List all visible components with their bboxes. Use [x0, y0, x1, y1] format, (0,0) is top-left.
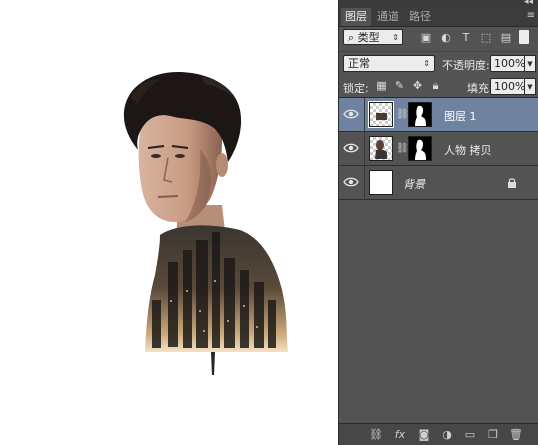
fill-field[interactable]: 100% [490, 78, 525, 95]
layer-row-background[interactable]: 背景 [339, 166, 538, 200]
layer-divider [364, 98, 365, 132]
fx-icon[interactable]: fx [393, 428, 407, 441]
eye-icon[interactable] [343, 176, 359, 188]
tab-channels[interactable]: 通道 [373, 8, 403, 26]
chevron-updown-icon: ⇕ [423, 59, 430, 68]
eye-icon[interactable] [343, 108, 359, 120]
tab-layers[interactable]: 图层 [341, 8, 371, 26]
layer-name[interactable]: 人物 拷贝 [444, 142, 492, 158]
adjustment-layer-icon[interactable]: ◑ [440, 428, 454, 441]
delete-icon[interactable]: 🗑︎ [509, 428, 523, 441]
layer-name[interactable]: 背景 [403, 176, 425, 192]
shape-filter-icon[interactable]: ⬚ [479, 31, 493, 44]
layer-filter-row: ⌕ 类型 ⇕ ▣ ◐ T ⬚ ▤ [339, 27, 538, 49]
fill-dropdown-icon[interactable]: ▼ [525, 78, 536, 95]
blend-mode-select[interactable]: 正常 ⇕ [343, 55, 435, 72]
lock-move-icon[interactable]: ✥ [411, 79, 424, 92]
layer-divider [364, 166, 365, 200]
layer-thumbnail[interactable] [369, 136, 393, 161]
search-icon: ⌕ [348, 31, 358, 44]
new-group-icon[interactable]: ▭ [463, 428, 477, 441]
opacity-field[interactable]: 100% [490, 55, 525, 72]
collapse-panel-icon[interactable]: ◂◂ [524, 0, 533, 7]
panel-tabbar: 图层 通道 路径 ≡ [339, 8, 538, 27]
lock-all-icon[interactable]: 🔒︎ [429, 79, 442, 92]
layers-panel: ◂◂ 图层 通道 路径 ≡ ⌕ 类型 ⇕ ▣ ◐ T ⬚ ▤ 正常 ⇕ 不透明度… [338, 0, 538, 445]
layer-row-layer1[interactable]: ⛓︎ 图层 1 [339, 98, 538, 132]
blend-opacity-row: 正常 ⇕ 不透明度: 100% ▼ [339, 51, 538, 74]
filter-toggle-icon[interactable] [519, 30, 529, 44]
link-icon[interactable]: ⛓︎ [396, 109, 409, 121]
link-layers-icon[interactable]: ⛓︎ [369, 428, 383, 441]
spire-shape [211, 352, 215, 375]
filter-kind-select[interactable]: ⌕ 类型 ⇕ [343, 29, 403, 45]
document-canvas[interactable] [0, 0, 338, 445]
layer-name[interactable]: 图层 1 [444, 108, 477, 124]
layer-mask-thumbnail[interactable] [408, 136, 432, 161]
adjustment-filter-icon[interactable]: ◐ [439, 31, 453, 44]
opacity-label: 不透明度: [442, 59, 490, 72]
layers-list: ⛓︎ 图层 1 ⛓︎ 人物 拷贝 背景 [339, 98, 538, 424]
add-mask-icon[interactable]: ◙ [417, 428, 431, 441]
chevron-updown-icon: ⇕ [392, 33, 399, 42]
lock-icon [508, 178, 516, 188]
layer-mask-thumbnail[interactable] [408, 102, 432, 127]
panel-header-strip: ◂◂ [339, 0, 538, 8]
layer-thumbnail[interactable] [368, 101, 394, 128]
layer-divider [364, 132, 365, 166]
fill-label: 填充: [467, 82, 493, 95]
filter-kind-label: 类型 [357, 31, 380, 44]
lock-transparent-icon[interactable]: ▦ [375, 79, 388, 92]
double-exposure-artwork [123, 72, 288, 375]
layers-bottom-toolbar: ⛓︎ fx ◙ ◑ ▭ ❐ 🗑︎ [339, 423, 538, 445]
lock-fill-row: 锁定: ▦ ✎ ✥ 🔒︎ 填充: 100% ▼ [339, 75, 538, 98]
opacity-dropdown-icon[interactable]: ▼ [525, 55, 536, 72]
blend-mode-label: 正常 [348, 57, 370, 70]
link-icon[interactable]: ⛓︎ [396, 143, 409, 155]
lock-paint-icon[interactable]: ✎ [393, 79, 406, 92]
layer-thumbnail[interactable] [369, 170, 393, 195]
layer-row-person-copy[interactable]: ⛓︎ 人物 拷贝 [339, 132, 538, 166]
lock-label: 锁定: [343, 82, 369, 95]
type-filter-icon[interactable]: T [459, 31, 473, 44]
eye-icon[interactable] [343, 142, 359, 154]
new-layer-icon[interactable]: ❐ [486, 428, 500, 441]
image-filter-icon[interactable]: ▣ [419, 31, 433, 44]
panel-menu-icon[interactable]: ≡ [527, 10, 535, 21]
smart-object-filter-icon[interactable]: ▤ [499, 31, 513, 44]
tab-paths[interactable]: 路径 [405, 8, 435, 26]
